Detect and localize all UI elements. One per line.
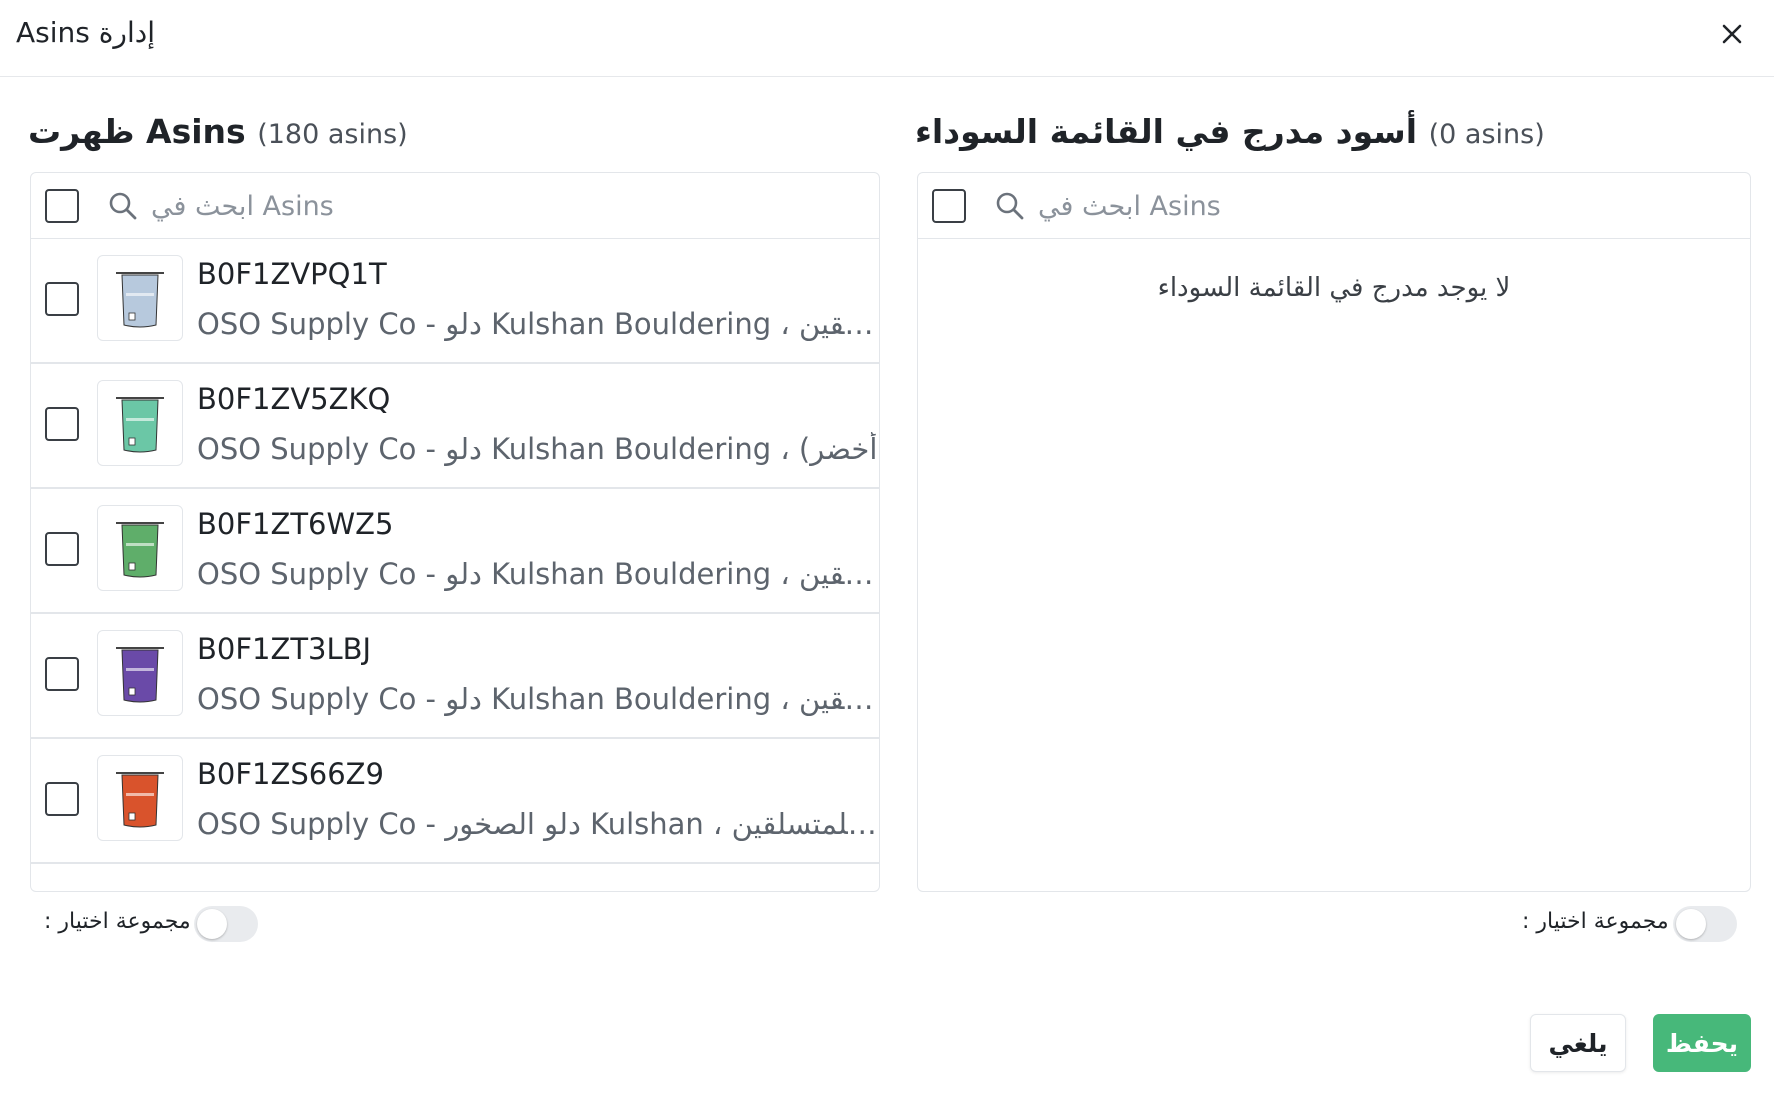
- shown-asins-count: (180 asins): [257, 119, 408, 150]
- toggle-knob: [197, 909, 227, 939]
- blacklist-panel: لا يوجد مدرج في القائمة السوداء: [917, 172, 1751, 892]
- asin-list-item[interactable]: B0F1ZVPQ1T OSO Supply Co - دلو Kulshan Bo…: [31, 239, 879, 364]
- product-image: [97, 630, 183, 716]
- blacklist-title: أسود مدرج في القائمة السوداء (0 asins): [915, 112, 1545, 151]
- shown-asins-list: B0F1ZVPQ1T OSO Supply Co - دلو Kulshan Bo…: [31, 239, 879, 891]
- asin-checkbox[interactable]: [45, 282, 79, 316]
- search-icon: [996, 192, 1024, 220]
- shown-asins-title: ظهرت Asins (180 asins): [28, 112, 408, 151]
- product-image: [97, 380, 183, 466]
- blacklist-select-group: : مجموعة اختيار: [1522, 906, 1752, 942]
- shown-asins-title-text: ظهرت Asins: [28, 112, 246, 151]
- product-image: [97, 255, 183, 341]
- asin-code: B0F1ZVPQ1T: [197, 257, 387, 291]
- close-button[interactable]: [1716, 18, 1748, 50]
- asin-code: B0F1ZS66Z9: [197, 757, 384, 791]
- asin-description: OSO Supply Co - دلو Kulshan Bouldering ،…: [197, 432, 878, 466]
- asin-code: B0F1ZT3LBJ: [197, 632, 372, 666]
- asin-description: OSO Supply Co - دلو Kulshan Bouldering ،…: [197, 557, 879, 591]
- asin-checkbox[interactable]: [45, 657, 79, 691]
- asin-list-item[interactable]: B0F1ZS66Z9 OSO Supply Co - دلو الصخور Kul…: [31, 739, 879, 864]
- blacklist-title-text: أسود مدرج في القائمة السوداء: [915, 112, 1418, 151]
- blacklist-count: (0 asins): [1428, 119, 1545, 150]
- asin-code: B0F1ZT6WZ5: [197, 507, 394, 541]
- asin-checkbox[interactable]: [45, 532, 79, 566]
- shown-asins-panel: B0F1ZVPQ1T OSO Supply Co - دلو Kulshan Bo…: [30, 172, 880, 892]
- asin-list-item[interactable]: B0F1ZT6WZ5 OSO Supply Co - دلو Kulshan Bo…: [31, 489, 879, 614]
- blacklist-select-all-checkbox[interactable]: [932, 189, 966, 223]
- dialog-header: إدارة Asins: [0, 0, 1774, 77]
- asin-checkbox[interactable]: [45, 407, 79, 441]
- asin-list-item[interactable]: B0F1ZV5ZKQ OSO Supply Co - دلو Kulshan Bo…: [31, 364, 879, 489]
- search-icon: [109, 192, 137, 220]
- asin-description: OSO Supply Co - دلو الصخور Kulshan ، حقي…: [197, 807, 879, 841]
- cancel-button[interactable]: يلغي: [1530, 1014, 1626, 1072]
- toggle-knob: [1676, 909, 1706, 939]
- shown-asins-search-input[interactable]: [151, 183, 671, 229]
- product-image: [97, 755, 183, 841]
- select-group-label: : مجموعة اختيار: [44, 909, 191, 934]
- select-all-checkbox[interactable]: [45, 189, 79, 223]
- asin-code: B0F1ZV5ZKQ: [197, 382, 391, 416]
- asin-list-item[interactable]: B0F1ZT3LBJ OSO Supply Co - دلو Kulshan Bo…: [31, 614, 879, 739]
- dialog-title: إدارة Asins: [16, 16, 155, 49]
- blacklist-empty-message: لا يوجد مدرج في القائمة السوداء: [1157, 273, 1511, 303]
- close-icon: [1722, 24, 1742, 44]
- select-group-toggle[interactable]: [194, 906, 258, 942]
- blacklist-select-group-label: : مجموعة اختيار: [1522, 909, 1669, 934]
- blacklist-search-input[interactable]: [1038, 183, 1558, 229]
- blacklist-select-group-toggle[interactable]: [1673, 906, 1737, 942]
- shown-asins-search-row: [31, 173, 879, 239]
- save-button[interactable]: يحفظ: [1653, 1014, 1751, 1072]
- blacklist-search-row: [918, 173, 1750, 239]
- asin-description: OSO Supply Co - دلو Kulshan Bouldering ،…: [197, 682, 879, 716]
- shown-asins-select-group: : مجموعة اختيار: [44, 906, 264, 942]
- asin-description: OSO Supply Co - دلو Kulshan Bouldering ،…: [197, 307, 879, 341]
- product-image: [97, 505, 183, 591]
- asin-checkbox[interactable]: [45, 782, 79, 816]
